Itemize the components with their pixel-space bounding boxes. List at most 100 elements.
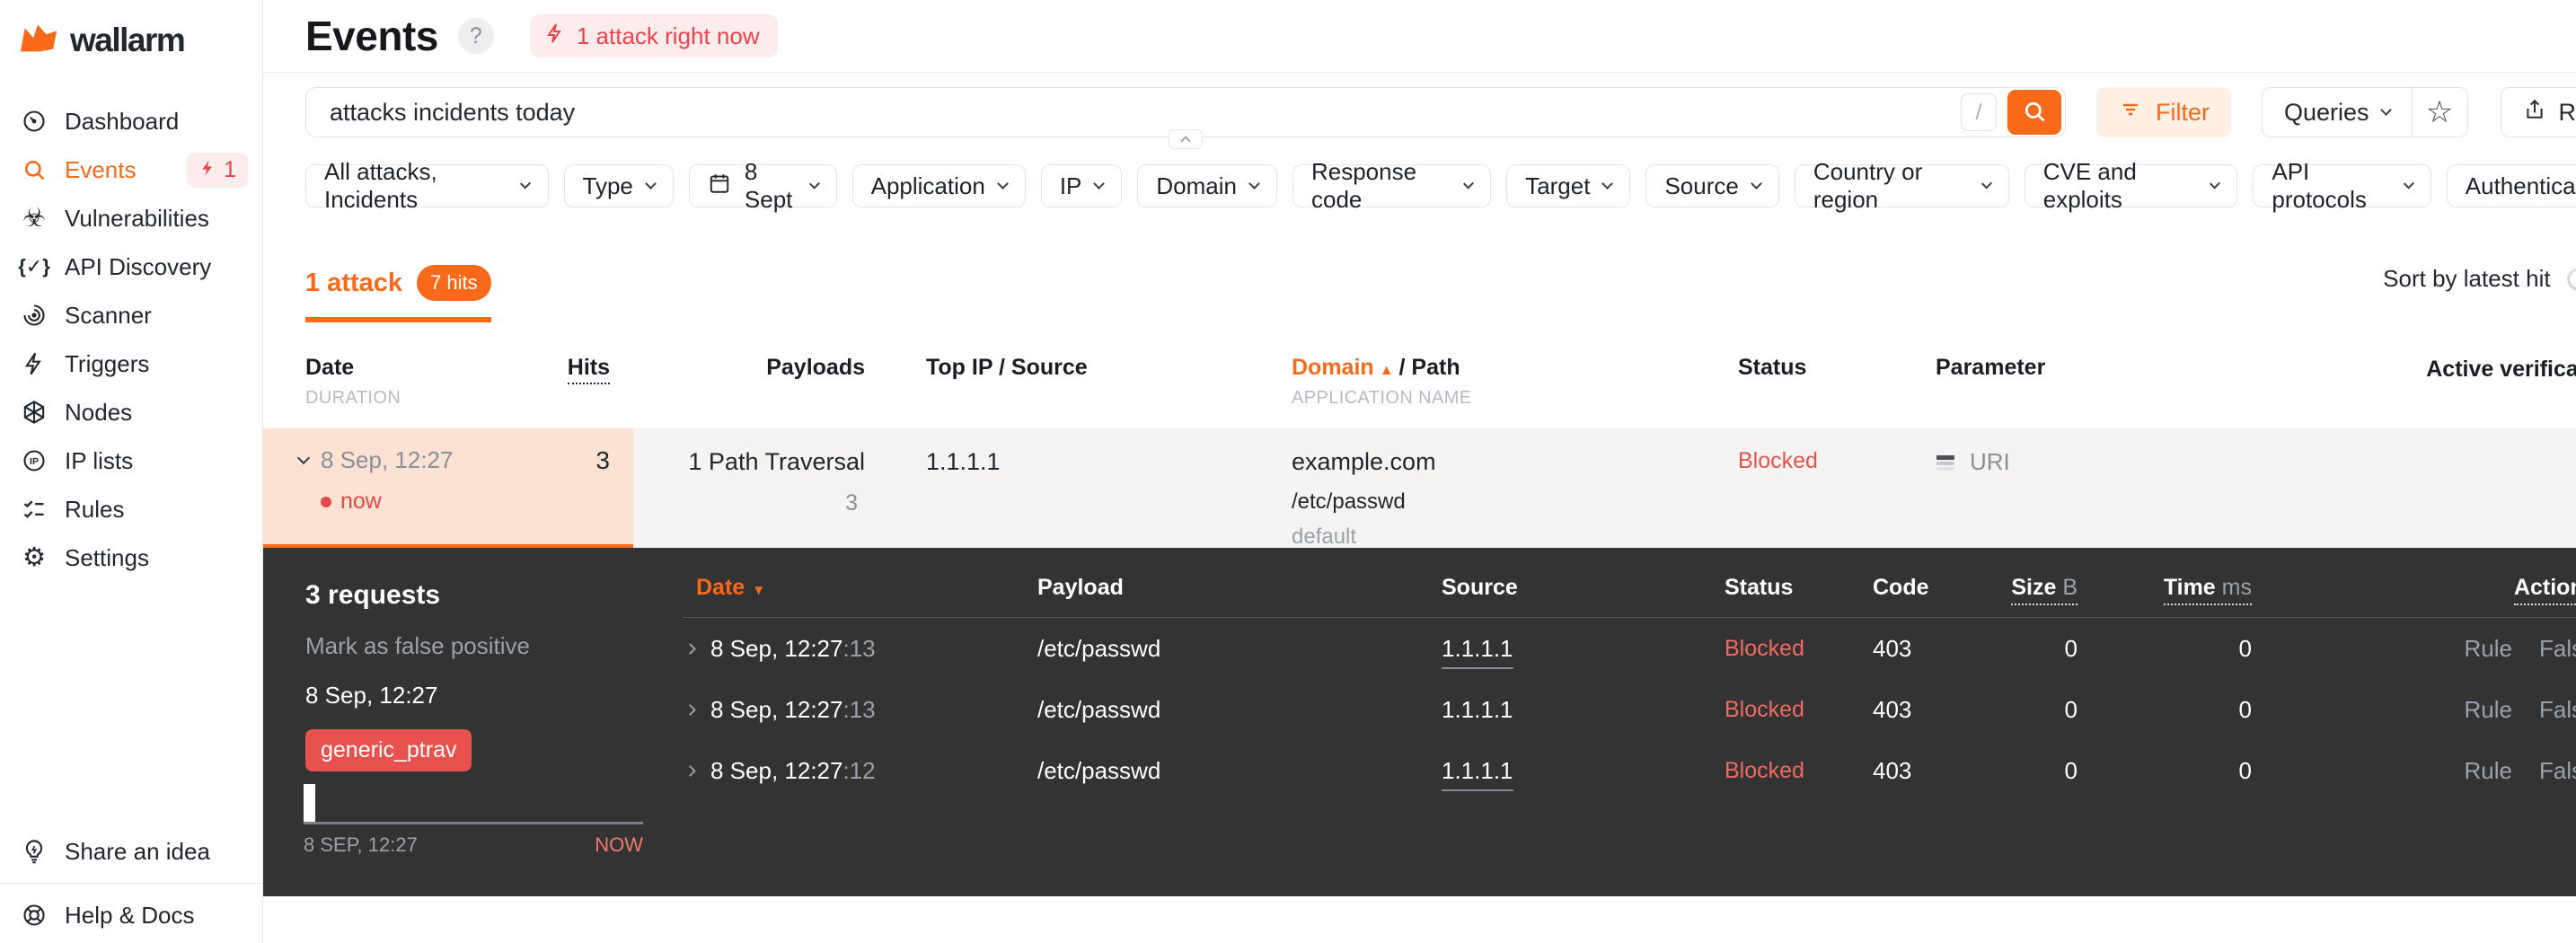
filter-chip-scope[interactable]: All attacks, Incidents bbox=[305, 158, 549, 213]
attack-type-tag[interactable]: generic_ptrav bbox=[305, 729, 472, 771]
chevron-up-icon bbox=[1180, 136, 1191, 146]
chip-label: API protocols bbox=[2272, 158, 2367, 213]
sidebar-item-settings[interactable]: ⚙ Settings bbox=[0, 533, 262, 582]
filter-chip-source[interactable]: Source bbox=[1645, 164, 1779, 207]
filter-chip-application[interactable]: Application bbox=[851, 164, 1026, 207]
req-col-payload-header: Payload bbox=[1037, 575, 1124, 600]
attack-live-status: now bbox=[321, 489, 453, 515]
filter-icon bbox=[2118, 99, 2143, 127]
brand-name: wallarm bbox=[70, 22, 186, 58]
false-positive-action[interactable]: False bbox=[2539, 696, 2576, 724]
request-row[interactable]: 8 Sep, 12:27:13 /etc/passwd 1.1.1.1 Bloc… bbox=[683, 679, 2576, 740]
req-col-time-header[interactable]: Time ms bbox=[2088, 575, 2259, 605]
filter-chip-target[interactable]: Target bbox=[1506, 164, 1631, 207]
request-time: 0 bbox=[2238, 756, 2252, 784]
collapse-search-handle[interactable] bbox=[1169, 129, 1203, 149]
rule-action[interactable]: Rule bbox=[2465, 696, 2512, 724]
queries-dropdown[interactable]: Queries bbox=[2262, 87, 2413, 137]
size-unit-label: B bbox=[2062, 575, 2078, 600]
chevron-down-icon bbox=[2379, 103, 2392, 116]
search-row: / Filter Queries ☆ bbox=[305, 87, 2576, 149]
sidebar-item-dashboard[interactable]: Dashboard bbox=[0, 97, 262, 145]
attack-alert-badge[interactable]: 1 attack right now bbox=[529, 14, 778, 57]
payload-count: 3 bbox=[845, 490, 858, 516]
col-date-header[interactable]: Date DURATION bbox=[305, 355, 401, 409]
filter-chip-type[interactable]: Type bbox=[563, 164, 674, 207]
request-seconds: :12 bbox=[842, 756, 876, 784]
attack-row-date-cell[interactable]: 8 Sep, 12:27 now 3 bbox=[263, 428, 633, 550]
wallarm-logo[interactable]: wallarm bbox=[0, 22, 262, 59]
sidebar-footer: Share an idea Help & Docs bbox=[0, 824, 262, 943]
sidebar-item-nodes[interactable]: Nodes bbox=[0, 388, 262, 436]
col-hits-header[interactable]: Hits bbox=[567, 355, 610, 409]
timeline-chart bbox=[304, 784, 643, 824]
req-col-date-header[interactable]: Date ▼ bbox=[683, 575, 1037, 601]
chevron-right-icon[interactable] bbox=[684, 642, 696, 655]
report-button[interactable]: Report bbox=[2500, 87, 2576, 137]
help-docs-button[interactable]: Help & Docs bbox=[0, 887, 262, 943]
filter-chip-api-protocols[interactable]: API protocols bbox=[2253, 158, 2431, 213]
search-input[interactable] bbox=[328, 97, 1961, 128]
favorite-star-button[interactable]: ☆ bbox=[2412, 87, 2468, 137]
attack-count-badge: 1 bbox=[187, 152, 248, 188]
rule-action[interactable]: Rule bbox=[2465, 635, 2512, 663]
chevron-down-icon bbox=[1093, 177, 1106, 189]
chevron-right-icon[interactable] bbox=[684, 764, 696, 777]
rule-action[interactable]: Rule bbox=[2465, 757, 2512, 785]
col-payloads-header: Payloads bbox=[766, 355, 865, 380]
false-positive-action[interactable]: False bbox=[2539, 757, 2576, 785]
lightbulb-icon bbox=[20, 839, 49, 864]
filter-chip-response-code[interactable]: Response code bbox=[1292, 158, 1492, 213]
tab-attacks[interactable]: 1 attack 7 hits bbox=[305, 265, 491, 322]
filter-button[interactable]: Filter bbox=[2096, 87, 2231, 137]
attack-active-verification-cell bbox=[2205, 428, 2576, 550]
requests-table: Date ▼ Payload Source Status Code Size B … bbox=[683, 548, 2576, 896]
top-ip[interactable]: 1.1.1.1 bbox=[926, 448, 1001, 475]
requests-timeline: 8 SEP, 12:27 NOW bbox=[304, 784, 643, 857]
sidebar-item-vulnerabilities[interactable]: ☣ Vulnerabilities bbox=[0, 194, 262, 242]
search-button[interactable] bbox=[2007, 90, 2061, 135]
sidebar-item-events[interactable]: Events 1 bbox=[0, 145, 262, 194]
filter-chip-domain[interactable]: Domain bbox=[1137, 164, 1277, 207]
request-status: Blocked bbox=[1725, 757, 1804, 783]
share-idea-button[interactable]: Share an idea bbox=[0, 824, 262, 879]
sort-toggle[interactable] bbox=[2566, 267, 2576, 291]
filter-chip-date[interactable]: 8 Sept bbox=[688, 158, 837, 213]
calendar-icon bbox=[708, 172, 731, 201]
sidebar-item-scanner[interactable]: Scanner bbox=[0, 291, 262, 339]
sidebar-item-api-discovery[interactable]: {✓} API Discovery bbox=[0, 242, 262, 291]
attacks-count-label: 1 attack bbox=[305, 268, 403, 297]
ip-circle-icon: IP bbox=[20, 448, 49, 473]
request-code: 403 bbox=[1873, 634, 1912, 662]
req-col-source-header: Source bbox=[1442, 575, 1518, 600]
req-col-code-header: Code bbox=[1873, 575, 1929, 600]
sort-control: Sort by latest hit bbox=[2383, 265, 2576, 293]
chip-label: Domain bbox=[1156, 172, 1237, 199]
date-header-label: Date bbox=[305, 355, 355, 380]
col-domain-header[interactable]: Domain ▲ / Path APPLICATION NAME bbox=[1253, 355, 1702, 409]
sidebar-item-rules[interactable]: Rules bbox=[0, 485, 262, 533]
request-source[interactable]: 1.1.1.1 bbox=[1442, 634, 1513, 669]
request-size: 0 bbox=[2064, 695, 2078, 723]
filter-chip-ip[interactable]: IP bbox=[1040, 164, 1123, 207]
attack-table-header: Date DURATION Hits Payloads Top IP / Sou… bbox=[263, 355, 2576, 409]
filter-chip-country[interactable]: Country or region bbox=[1794, 158, 2009, 213]
attack-payloads-cell: 1 Path Traversal 3 bbox=[633, 428, 885, 550]
mark-false-positive-link[interactable]: Mark as false positive bbox=[305, 632, 683, 660]
request-source[interactable]: 1.1.1.1 bbox=[1442, 696, 1513, 723]
false-positive-action[interactable]: False bbox=[2539, 635, 2576, 663]
req-col-size-header[interactable]: Size B bbox=[1998, 575, 2088, 605]
request-source[interactable]: 1.1.1.1 bbox=[1442, 756, 1513, 791]
filter-chip-authentication[interactable]: Authentication bbox=[2446, 164, 2576, 207]
sidebar-item-triggers[interactable]: Triggers bbox=[0, 339, 262, 388]
help-icon[interactable]: ? bbox=[457, 18, 494, 54]
request-detail-panel: 3 requests Mark as false positive 8 Sep,… bbox=[263, 548, 2576, 896]
sidebar-item-ip-lists[interactable]: IP IP lists bbox=[0, 436, 262, 485]
request-row[interactable]: 8 Sep, 12:27:12 /etc/passwd 1.1.1.1 Bloc… bbox=[683, 740, 2576, 801]
attack-row[interactable]: 8 Sep, 12:27 now 3 1 Path Traversal 3 1.… bbox=[263, 428, 2576, 550]
filter-chip-cve[interactable]: CVE and exploits bbox=[2024, 158, 2238, 213]
chevron-right-icon[interactable] bbox=[684, 703, 696, 716]
request-row[interactable]: 8 Sep, 12:27:13 /etc/passwd 1.1.1.1 Bloc… bbox=[683, 618, 2576, 679]
req-col-actions-header[interactable]: Actions bbox=[2259, 575, 2576, 605]
chip-label: CVE and exploits bbox=[2042, 158, 2137, 213]
